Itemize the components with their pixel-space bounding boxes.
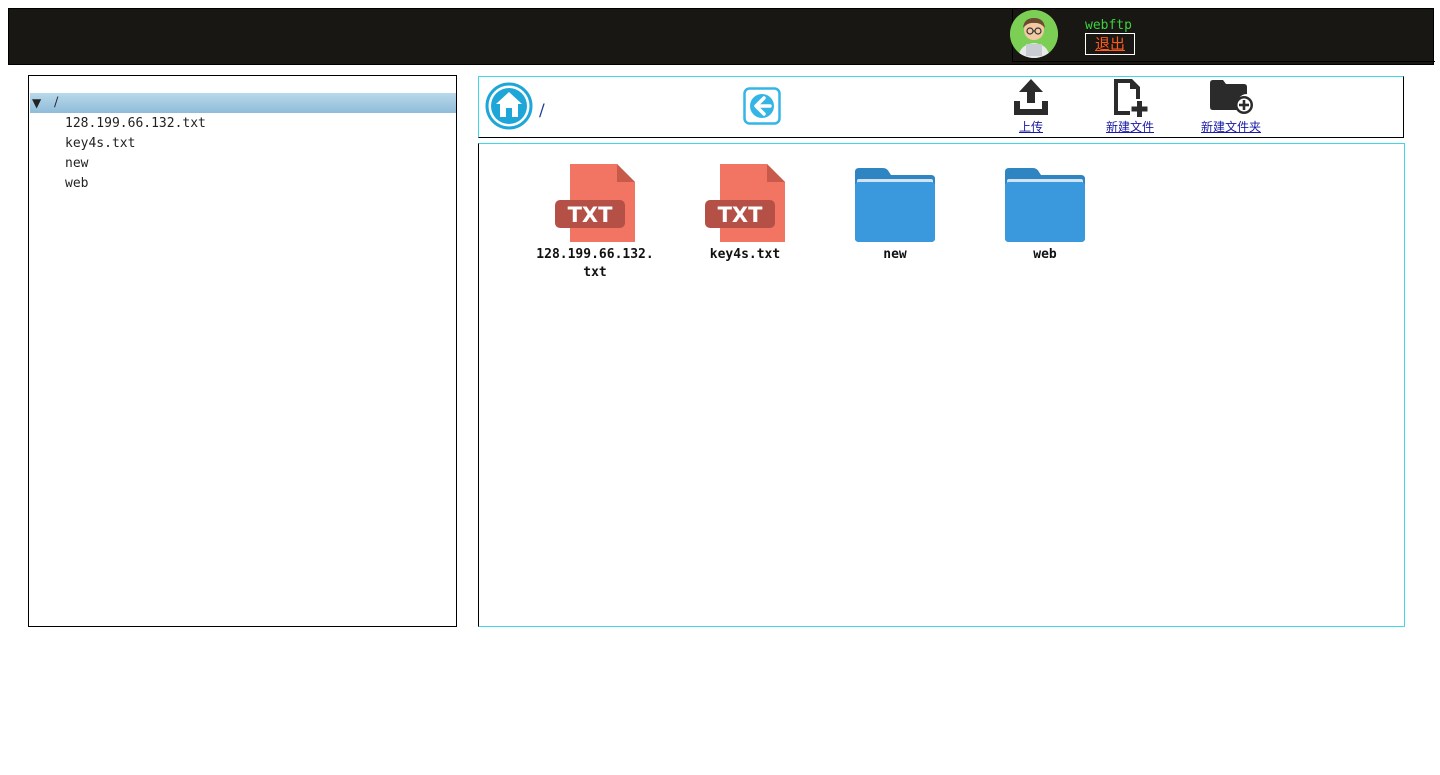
file-name: 128.199.66.132.txt <box>536 247 654 280</box>
new-file-link[interactable]: 新建文件 <box>1095 118 1165 135</box>
new-folder-icon <box>1210 80 1253 114</box>
username-label: webftp <box>1085 18 1132 33</box>
file-item[interactable]: TXT 128.199.66.132.txt <box>525 162 665 282</box>
toolbar: / 上传 新建文件 新建文件夹 <box>478 76 1404 138</box>
folder-icon <box>855 168 935 242</box>
file-name: key4s.txt <box>709 247 781 262</box>
folder-item[interactable]: web <box>975 162 1115 264</box>
folder-name: web <box>1033 247 1057 262</box>
current-path: / <box>539 101 545 121</box>
upload-button[interactable]: 上传 <box>1001 77 1061 135</box>
upload-icon <box>1014 79 1048 115</box>
top-bar <box>8 8 1435 65</box>
upload-link[interactable]: 上传 <box>1001 118 1061 135</box>
folder-icon <box>1005 168 1085 242</box>
new-file-icon <box>1114 79 1148 117</box>
folder-name: new <box>883 247 907 262</box>
txt-file-icon: TXT <box>555 164 635 242</box>
tree-root-node[interactable]: ▼ / <box>30 93 456 113</box>
directory-tree: ▼ / 128.199.66.132.txt key4s.txt new web <box>28 75 457 627</box>
expand-triangle-icon[interactable]: ▼ <box>32 93 41 113</box>
tree-item-folder[interactable]: web <box>65 175 88 193</box>
new-folder-button[interactable]: 新建文件夹 <box>1191 77 1271 135</box>
tree-item-file[interactable]: 128.199.66.132.txt <box>65 115 206 133</box>
tree-item-folder[interactable]: new <box>65 155 88 173</box>
tree-item-file[interactable]: key4s.txt <box>65 135 135 153</box>
file-item[interactable]: TXT key4s.txt <box>675 162 815 264</box>
new-file-button[interactable]: 新建文件 <box>1095 77 1165 135</box>
txt-file-icon: TXT <box>705 164 785 242</box>
user-panel <box>1012 9 1435 62</box>
folder-item[interactable]: new <box>825 162 965 264</box>
file-grid: TXT 128.199.66.132.txt TXT key4s.txt new… <box>478 143 1405 627</box>
tree-root-label: / <box>54 95 59 110</box>
user-avatar <box>1010 10 1058 58</box>
logout-button[interactable]: 退出 <box>1085 33 1135 55</box>
home-icon[interactable] <box>485 82 533 130</box>
back-arrow-icon[interactable] <box>743 87 781 125</box>
txt-badge-label: TXT <box>568 203 614 227</box>
new-folder-link[interactable]: 新建文件夹 <box>1191 118 1271 135</box>
txt-badge-label: TXT <box>718 203 764 227</box>
